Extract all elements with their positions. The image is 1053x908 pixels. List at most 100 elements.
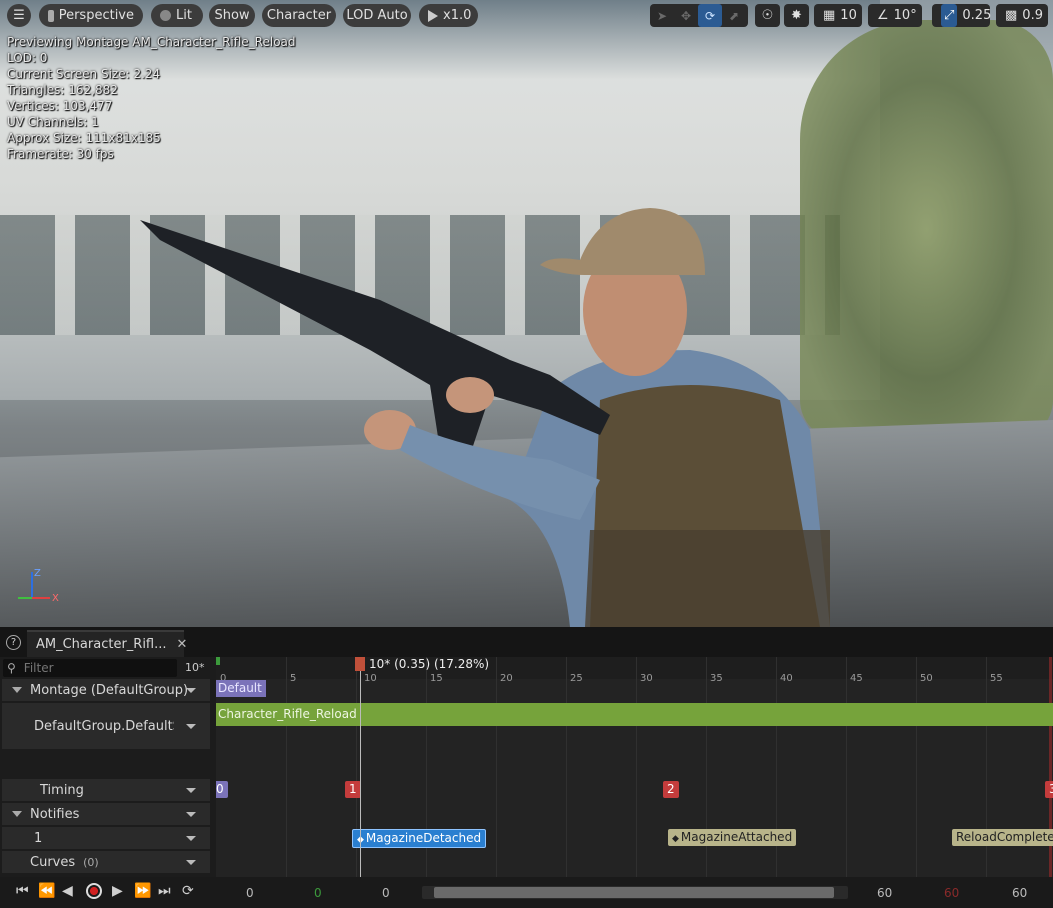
character-mesh[interactable] [130,200,870,627]
range-start-value[interactable]: 0 [382,886,390,900]
scale-mode-icon[interactable]: ⬈ [722,4,746,27]
camera-speed-value: 0.9 [1022,8,1043,23]
show-button[interactable]: Show [209,4,255,27]
viewport-stats-overlay: Previewing Montage AM_Character_Rifle_Re… [7,34,296,162]
expand-arrow-icon[interactable] [12,811,22,817]
lit-button[interactable]: Lit [151,4,203,27]
coordinate-space-button[interactable]: ☉ [755,4,780,27]
view-end-value[interactable]: 60 [1012,886,1027,900]
track-slot[interactable]: DefaultGroup.DefaultSlot [2,703,210,749]
play-icon [428,9,438,22]
anim-segment[interactable]: Character_Rifle_Reload [216,703,1053,726]
scrubber-label: 10* (0.35) (17.28%) [369,657,490,671]
show-label: Show [214,8,250,23]
track-timing-label: Timing [40,782,84,798]
timing-marker-3[interactable]: 3 [1045,781,1053,798]
range-end-value[interactable]: 60 [877,886,892,900]
stat-preview: Previewing Montage AM_Character_Rifle_Re… [7,35,296,49]
translate-mode-icon[interactable]: ✥ [674,4,698,27]
filter-search: ⚲ [3,659,177,677]
tick-label: 5 [290,673,297,684]
notify-reload-complete[interactable]: ReloadComplete◆ [952,829,1053,846]
view-start-value[interactable]: 0 [246,886,254,900]
play-reverse-icon[interactable]: ◀ [62,883,73,899]
tick-label: 25 [570,673,583,684]
hamburger-icon: ☰ [13,8,25,23]
notify-magazine-attached[interactable]: ◆ MagazineAttached [668,829,797,846]
track-notifies-label: Notifies [30,806,80,822]
track-curves-label: Curves [30,854,76,870]
timeline-scrollbar-thumb[interactable] [434,887,834,898]
play-rate-button[interactable]: x1.0 [419,4,478,27]
angle-icon: ∠ [877,8,889,23]
anim-segment-label: Character_Rifle_Reload [218,707,357,721]
record-icon[interactable] [86,883,102,899]
working-start-value[interactable]: 0 [314,886,322,900]
rotate-mode-icon[interactable]: ⟳ [698,4,722,27]
help-icon[interactable]: ? [6,635,21,650]
filter-input[interactable] [21,660,166,676]
chevron-down-icon[interactable] [186,687,196,693]
track-notify-1[interactable]: 1 [2,827,210,849]
step-back-icon[interactable]: ⏪ [38,883,55,899]
working-end-value[interactable]: 60 [944,886,959,900]
play-rate-label: x1.0 [443,8,472,23]
track-curves[interactable]: Curves (0) [2,851,210,873]
tab-montage[interactable]: AM_Character_Rifl... ✕ [27,630,187,657]
range-start-marker[interactable] [216,657,220,665]
play-forward-icon[interactable]: ▶ [112,883,123,899]
surface-snap-button[interactable]: ✸ [784,4,809,27]
chevron-down-icon[interactable] [186,811,196,817]
section-default[interactable]: Default [216,680,266,697]
scrubber-handle[interactable] [355,657,365,671]
tick-label: 35 [710,673,723,684]
camera-speed-button[interactable]: ▩ 0.9 [996,4,1048,27]
chevron-down-icon[interactable] [186,835,196,841]
track-slot-label: DefaultGroup.DefaultSlot [34,718,174,734]
track-timing[interactable]: Timing [2,779,210,801]
chevron-down-icon[interactable] [186,787,196,793]
timeline-area[interactable]: 0 5 10 15 20 25 30 35 40 45 50 55 Defaul… [216,657,1053,877]
notify-magazine-detached[interactable]: ◆MagazineDetached [352,829,487,848]
close-icon[interactable]: ✕ [177,637,188,652]
search-icon: ⚲ [7,661,16,675]
track-list: ⚲ 10* Montage (DefaultGroup) DefaultGrou… [0,657,212,877]
preview-viewport[interactable]: ☰ Perspective Lit Show Character LOD Aut… [0,0,1053,627]
track-montage[interactable]: Montage (DefaultGroup) [2,679,210,701]
track-notifies[interactable]: Notifies [2,803,210,825]
skip-to-start-icon[interactable]: ⏮ [16,883,29,899]
tick-label: 40 [780,673,793,684]
character-button[interactable]: Character [262,4,336,27]
transport-bar: ⏮ ⏪ ◀ ▶ ⏩ ⏭ ⟳ 0 0 0 60 60 60 [0,877,1053,908]
stat-uv-channels: UV Channels: 1 [7,115,99,129]
skip-to-end-icon[interactable]: ⏭ [158,883,171,899]
perspective-button[interactable]: Perspective [39,4,143,27]
stat-triangles: Triangles: 162,882 [7,83,118,97]
section-default-label: Default [218,681,262,695]
timing-marker-0[interactable]: 0 [216,781,228,798]
expand-arrow-icon[interactable] [12,687,22,693]
step-forward-icon[interactable]: ⏩ [134,883,151,899]
timeline-scrollbar[interactable] [422,886,848,899]
stat-approx-size: Approx Size: 111x81x185 [7,131,161,145]
lit-label: Lit [176,8,192,23]
timing-marker-2[interactable]: 2 [663,781,679,798]
track-montage-label: Montage (DefaultGroup) [30,682,189,698]
scale-snap-button[interactable]: ⤢ 0.25 [932,4,991,27]
stat-vertices: Vertices: 103,477 [7,99,113,113]
loop-icon[interactable]: ⟳ [182,883,194,899]
lod-button[interactable]: LOD Auto [343,4,411,27]
viewport-toolbar: ☰ Perspective Lit Show Character LOD Aut… [0,0,1053,32]
track-notify-1-label: 1 [34,830,43,846]
viewport-menu-button[interactable]: ☰ [7,4,31,27]
timing-marker-1[interactable]: 1 [345,781,361,798]
tick-label: 55 [990,673,1003,684]
chevron-down-icon[interactable] [186,723,196,729]
lit-sphere-icon [160,10,171,21]
frame-field[interactable]: 10* [185,661,205,674]
rotation-snap-button[interactable]: ∠ 10° [868,4,922,27]
grid-snap-button[interactable]: ▦ 10 [814,4,862,27]
select-mode-icon[interactable]: ➤ [650,4,674,27]
chevron-down-icon[interactable] [186,859,196,865]
rotation-snap-value: 10° [893,8,917,23]
